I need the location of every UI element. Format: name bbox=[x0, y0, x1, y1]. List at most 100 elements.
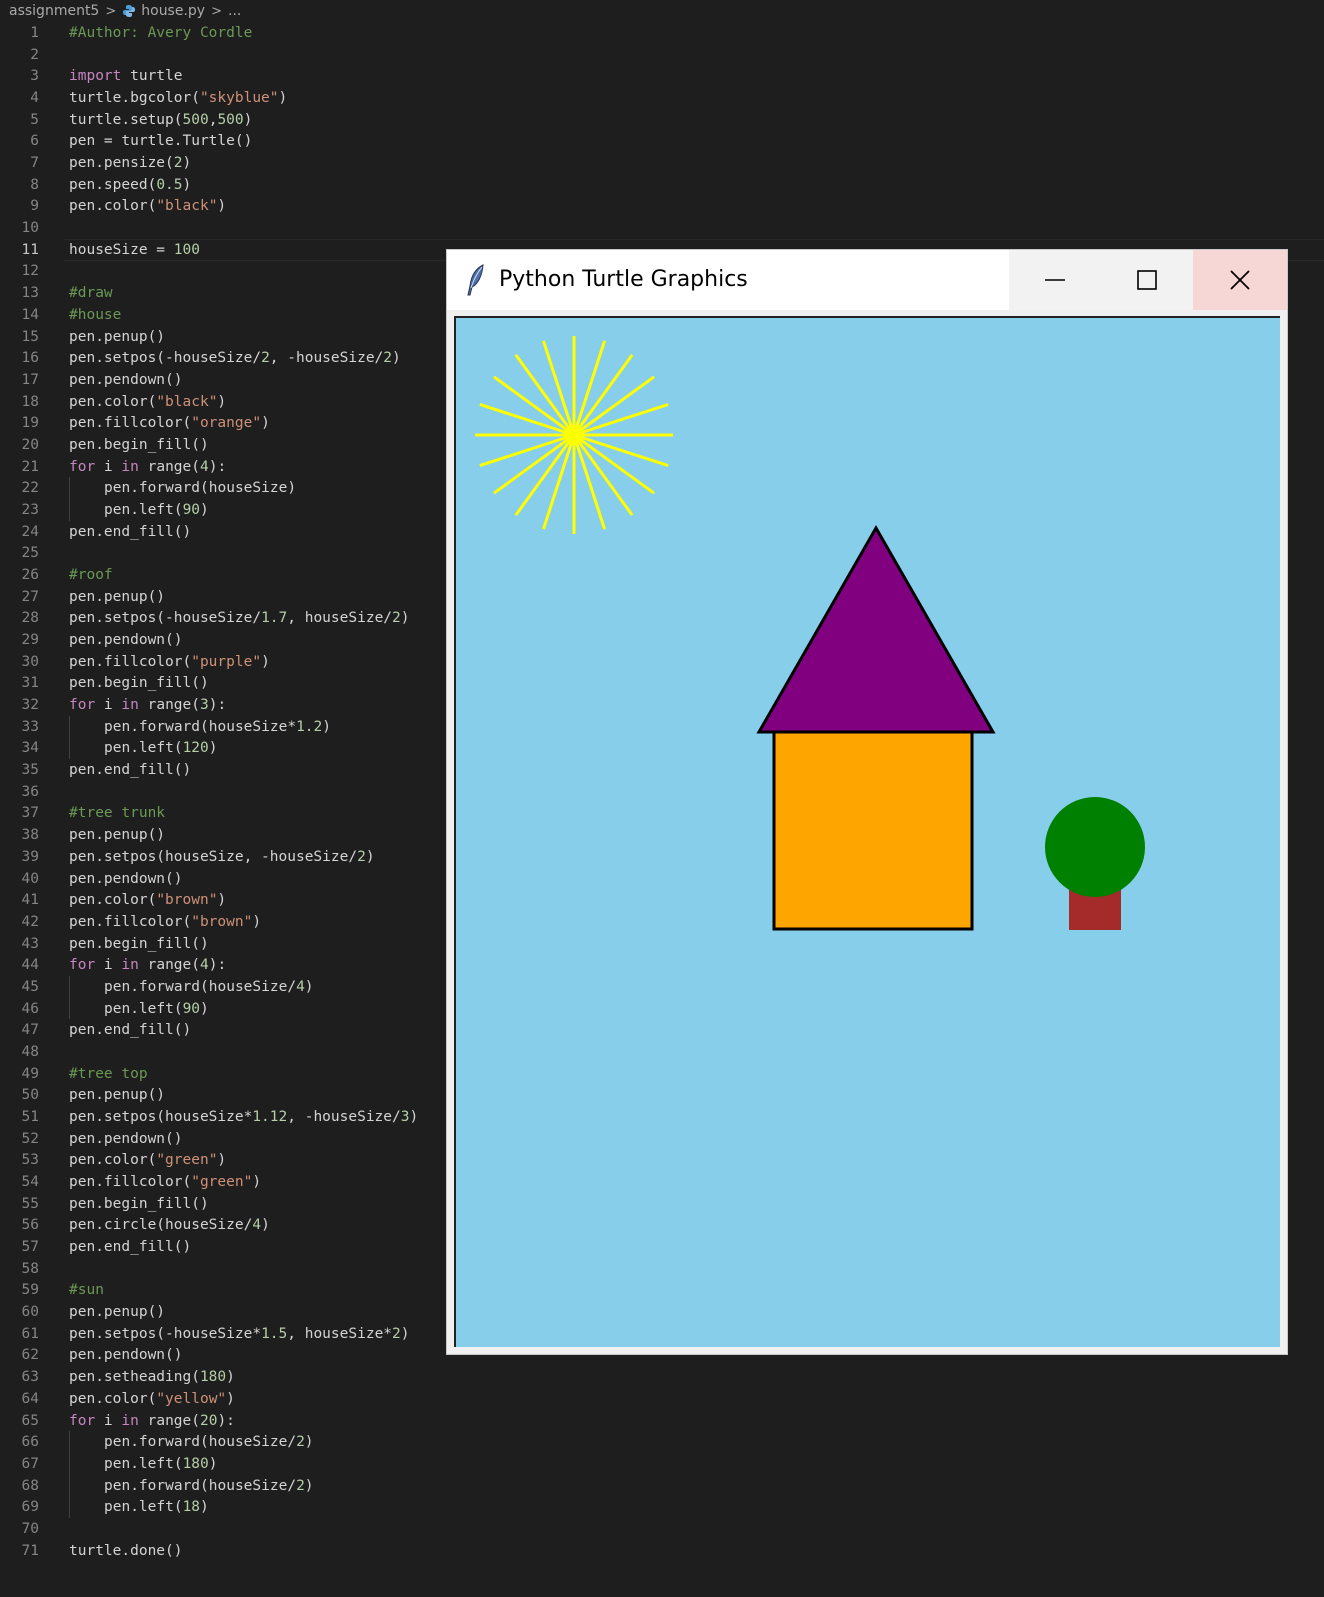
code-line[interactable]: 3 import turtle bbox=[0, 65, 1324, 87]
code-token: ) bbox=[243, 111, 253, 128]
line-number: 48 bbox=[21, 1043, 39, 1060]
code-line[interactable]: 71 turtle.done() bbox=[0, 1540, 1324, 1562]
code-line[interactable]: 1 #Author: Avery Cordle bbox=[0, 22, 1324, 44]
breadcrumb-more[interactable]: ... bbox=[228, 3, 241, 19]
code-token: #Author: Avery Cordle bbox=[69, 25, 253, 41]
code-line[interactable]: 6 pen = turtle.Turtle() bbox=[0, 130, 1324, 152]
code-line[interactable]: 4 turtle.bgcolor("skyblue") bbox=[0, 87, 1324, 109]
turtle-graphics-window[interactable]: Python Turtle Graphics bbox=[447, 250, 1287, 1354]
window-titlebar[interactable]: Python Turtle Graphics bbox=[447, 250, 1287, 310]
code-line[interactable]: 2 bbox=[0, 44, 1324, 66]
line-number: 15 bbox=[21, 328, 39, 345]
code-line[interactable]: 69 pen.left(18) bbox=[0, 1496, 1324, 1518]
line-number: 29 bbox=[21, 632, 39, 649]
code-text: for i in range(4): bbox=[69, 456, 226, 478]
breadcrumb: assignment5 > house.py > ... bbox=[0, 0, 1324, 22]
line-number: 41 bbox=[21, 892, 39, 909]
code-token: pen.left( bbox=[104, 1000, 183, 1017]
code-line[interactable]: 7 pen.pensize(2) bbox=[0, 152, 1324, 174]
code-line[interactable]: 5 turtle.setup(500,500) bbox=[0, 109, 1324, 131]
code-token: 2 bbox=[173, 155, 183, 172]
line-number: 66 bbox=[21, 1434, 39, 1451]
sun-ray bbox=[572, 340, 607, 436]
code-text: pen.setpos(houseSize*1.12, -houseSize/3) bbox=[69, 1106, 418, 1128]
code-token: 2 bbox=[296, 1434, 305, 1451]
line-number: 57 bbox=[21, 1239, 39, 1256]
line-number: 34 bbox=[21, 740, 39, 757]
sun-ray bbox=[572, 434, 607, 530]
code-line[interactable]: 10 bbox=[0, 217, 1324, 239]
code-line[interactable]: 68 pen.forward(houseSize/2) bbox=[0, 1474, 1324, 1497]
sun-ray bbox=[573, 375, 655, 437]
code-token: "green" bbox=[156, 1152, 218, 1169]
code-token: pen.forward(houseSize/ bbox=[104, 978, 297, 995]
code-text: pen.setpos(-houseSize*1.5, houseSize*2) bbox=[69, 1323, 410, 1345]
code-token: pen.color( bbox=[69, 1390, 157, 1407]
code-token: pen.end_fill() bbox=[69, 1022, 192, 1039]
line-number: 20 bbox=[21, 436, 39, 453]
minimize-button[interactable] bbox=[1009, 250, 1101, 310]
line-number: 32 bbox=[21, 697, 39, 714]
code-text: pen.begin_fill() bbox=[69, 1193, 209, 1215]
code-token: in bbox=[121, 1412, 139, 1429]
code-token: 2 bbox=[392, 610, 401, 627]
code-token: 4 bbox=[199, 458, 209, 475]
tree-top bbox=[1045, 797, 1145, 897]
code-token: "purple" bbox=[191, 653, 262, 670]
code-line[interactable]: 63 pen.setheading(180) bbox=[0, 1366, 1324, 1388]
code-token: turtle.setup( bbox=[69, 111, 183, 128]
code-token: ) bbox=[182, 176, 192, 193]
code-text: turtle.bgcolor("skyblue") bbox=[69, 87, 287, 109]
code-text: pen.penup() bbox=[69, 326, 165, 348]
line-number: 7 bbox=[30, 155, 39, 172]
code-line[interactable]: 8 pen.speed(0.5) bbox=[0, 174, 1324, 196]
code-token: 4 bbox=[296, 978, 305, 995]
line-number: 71 bbox=[21, 1542, 39, 1559]
code-token: ) bbox=[200, 501, 209, 518]
code-token: ) bbox=[182, 155, 192, 172]
code-line[interactable]: 65 for i in range(20): bbox=[0, 1410, 1324, 1432]
code-text: turtle.done() bbox=[69, 1540, 183, 1562]
code-token: pen.pendown() bbox=[69, 371, 183, 388]
code-line[interactable]: 66 pen.forward(houseSize/2) bbox=[0, 1431, 1324, 1453]
code-line[interactable]: 9 pen.color("black") bbox=[0, 195, 1324, 217]
sun-ray bbox=[573, 433, 669, 468]
code-token: 1.7 bbox=[261, 610, 288, 627]
close-button[interactable] bbox=[1193, 250, 1287, 310]
code-text: #Author: Avery Cordle bbox=[69, 22, 252, 44]
code-text: for i in range(3): bbox=[69, 694, 226, 716]
code-text: pen.penup() bbox=[69, 1301, 165, 1323]
code-token: "brown" bbox=[191, 913, 253, 930]
code-token: ) bbox=[217, 1152, 227, 1169]
sun-ray bbox=[479, 402, 575, 437]
code-text: pen.fillcolor("orange") bbox=[69, 412, 270, 434]
code-text: #roof bbox=[69, 564, 113, 586]
code-text: pen.left(120) bbox=[104, 737, 218, 759]
breadcrumb-folder[interactable]: assignment5 bbox=[9, 3, 99, 19]
line-number: 12 bbox=[21, 263, 39, 280]
code-text: for i in range(20): bbox=[69, 1410, 235, 1432]
code-token: #tree top bbox=[69, 1065, 148, 1082]
close-icon bbox=[1230, 270, 1250, 290]
code-token: pen.fillcolor( bbox=[69, 1174, 192, 1191]
code-token: i bbox=[95, 697, 122, 714]
line-number: 55 bbox=[21, 1195, 39, 1212]
code-token: 0.5 bbox=[156, 176, 183, 193]
code-text: for i in range(4): bbox=[69, 954, 226, 976]
line-number: 54 bbox=[21, 1174, 39, 1191]
breadcrumb-file[interactable]: house.py bbox=[141, 3, 205, 19]
code-token: pen.pendown() bbox=[69, 1130, 183, 1147]
line-number: 18 bbox=[21, 393, 39, 410]
code-token: ): bbox=[208, 957, 227, 974]
code-token: 120 bbox=[182, 740, 209, 757]
maximize-button[interactable] bbox=[1101, 250, 1193, 310]
code-token: pen.setpos(-houseSize/ bbox=[69, 350, 262, 367]
line-number: 44 bbox=[21, 957, 39, 974]
sun-ray bbox=[493, 375, 575, 437]
code-token: range( bbox=[138, 957, 200, 974]
code-line[interactable]: 70 bbox=[0, 1518, 1324, 1540]
turtle-canvas[interactable] bbox=[454, 316, 1280, 1347]
code-line[interactable]: 67 pen.left(180) bbox=[0, 1452, 1324, 1475]
code-line[interactable]: 64 pen.color("yellow") bbox=[0, 1388, 1324, 1410]
code-text: pen.setheading(180) bbox=[69, 1366, 235, 1388]
